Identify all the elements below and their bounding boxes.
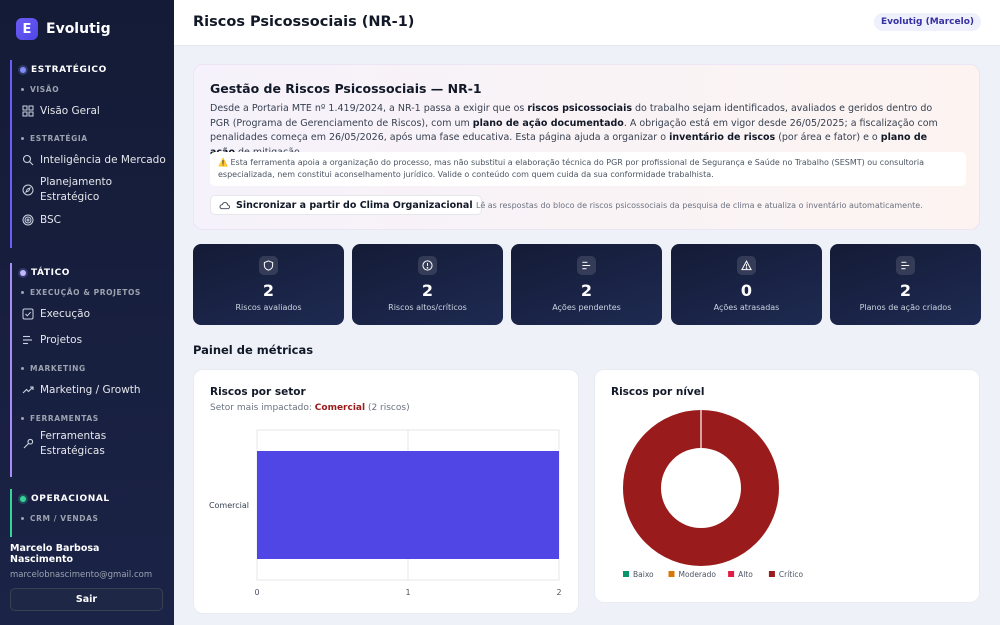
chart-card-level: Riscos por nível Baixo Moderado Alto Crític… bbox=[594, 369, 980, 603]
x-tick-label: 0 bbox=[254, 588, 259, 597]
kpi-planos-criados: 2 Planos de ação criados bbox=[830, 244, 981, 325]
cloud-icon bbox=[219, 201, 230, 209]
kpi-label: Planos de ação criados bbox=[859, 303, 952, 312]
group-title: OPERACIONAL bbox=[12, 489, 174, 509]
search-icon bbox=[22, 154, 34, 166]
target-icon bbox=[22, 214, 34, 226]
kpi-riscos-altos: 2 Riscos altos/críticos bbox=[352, 244, 503, 325]
kpi-label: Ações pendentes bbox=[552, 303, 621, 312]
compass-icon bbox=[22, 184, 34, 196]
legend-label: Crítico bbox=[779, 570, 804, 579]
legend-label: Baixo bbox=[633, 570, 654, 579]
nav-group-operacional: OPERACIONAL CRM / VENDAS bbox=[10, 489, 174, 537]
nav-group-estrategico: ESTRATÉGICO VISÃO Visão Geral ESTRATÉGIA… bbox=[10, 60, 174, 248]
kpi-riscos-avaliados: 2 Riscos avaliados bbox=[193, 244, 344, 325]
sector-bar-chart: 0 1 2 Comercial bbox=[209, 429, 562, 597]
nav-group-tatico: TÁTICO EXECUÇÃO & PROJETOS Execução Proj… bbox=[10, 263, 174, 477]
alert-circle-icon bbox=[422, 260, 433, 271]
legend-label: Alto bbox=[738, 570, 753, 579]
user-name: Marcelo Barbosa Nascimento bbox=[10, 543, 100, 565]
warning-triangle-icon bbox=[741, 260, 752, 271]
list-icon bbox=[901, 261, 910, 270]
kpi-value: 2 bbox=[421, 281, 434, 300]
kpi-label: Ações atrasadas bbox=[713, 303, 780, 312]
shield-icon bbox=[263, 260, 274, 271]
section-title: EXECUÇÃO & PROJETOS bbox=[12, 283, 174, 301]
org-badge[interactable]: Evolutig (Marcelo) bbox=[873, 13, 981, 31]
x-tick-label: 1 bbox=[405, 588, 410, 597]
list-icon bbox=[582, 261, 591, 270]
kpi-value: 2 bbox=[899, 281, 912, 300]
metrics-title: Painel de métricas bbox=[193, 343, 314, 357]
header: Riscos Psicossociais (NR-1) Evolutig (Ma… bbox=[174, 0, 1000, 46]
brand-name: Evolutig bbox=[46, 21, 111, 37]
kpi-label: Riscos altos/críticos bbox=[388, 303, 467, 312]
legend-label: Moderado bbox=[679, 570, 717, 579]
level-donut-chart: Baixo Moderado Alto Crítico bbox=[623, 410, 804, 579]
sidebar-item-inteligencia[interactable]: Inteligência de Mercado bbox=[12, 147, 174, 173]
legend-swatch bbox=[728, 571, 735, 577]
kpi-value: 0 bbox=[740, 281, 753, 300]
section-title: CRM / VENDAS bbox=[12, 509, 174, 527]
legend-swatch bbox=[768, 571, 775, 577]
sidebar-item-planejamento[interactable]: Planejamento Estratégico bbox=[12, 173, 174, 207]
kpi-acoes-pendentes: 2 Ações pendentes bbox=[511, 244, 662, 325]
logout-button[interactable]: Sair bbox=[10, 588, 163, 611]
x-tick-label: 2 bbox=[556, 588, 561, 597]
kpi-acoes-atrasadas: 0 Ações atrasadas bbox=[671, 244, 822, 325]
user-email: marcelobnascimento@gmail.com bbox=[10, 570, 153, 580]
kpi-label: Riscos avaliados bbox=[235, 303, 302, 312]
intro-card: Gestão de Riscos Psicossociais — NR-1 De… bbox=[193, 64, 980, 230]
legend-swatch bbox=[668, 571, 675, 577]
section-title: ESTRATÉGIA bbox=[12, 129, 174, 147]
list-icon bbox=[23, 335, 32, 345]
kpi-value: 2 bbox=[580, 281, 593, 300]
y-tick-label: Comercial bbox=[209, 501, 249, 510]
intro-title: Gestão de Riscos Psicossociais — NR-1 bbox=[210, 81, 482, 96]
user-panel: Marcelo Barbosa Nascimento marcelobnasci… bbox=[10, 543, 164, 611]
sidebar-item-ferramentas[interactable]: Ferramentas Estratégicas bbox=[12, 427, 174, 461]
disclaimer-box: ⚠️ Esta ferramenta apoia a organização d… bbox=[210, 152, 966, 186]
section-title: FERRAMENTAS bbox=[12, 409, 174, 427]
brand[interactable]: E Evolutig bbox=[0, 0, 174, 58]
group-title: ESTRATÉGICO bbox=[12, 60, 174, 80]
sync-note: Lê as respostas do bloco de riscos psico… bbox=[476, 201, 923, 210]
wrench-icon bbox=[23, 438, 34, 449]
checkbox-icon bbox=[22, 308, 34, 320]
chart-card-sector: Riscos por setor Setor mais impactado: C… bbox=[193, 369, 579, 614]
grid-icon bbox=[22, 105, 34, 117]
sidebar-item-marketing[interactable]: Marketing / Growth bbox=[12, 377, 174, 403]
legend-swatch bbox=[623, 571, 629, 577]
bar[interactable] bbox=[257, 451, 559, 559]
sidebar-item-projetos[interactable]: Projetos bbox=[12, 327, 174, 353]
section-title: VISÃO bbox=[12, 80, 174, 98]
brand-logo: E bbox=[16, 18, 38, 40]
sidebar-item-bsc[interactable]: BSC bbox=[12, 207, 174, 233]
group-title: TÁTICO bbox=[12, 263, 174, 283]
section-title: MARKETING bbox=[12, 359, 174, 377]
sidebar-item-visao-geral[interactable]: Visão Geral bbox=[12, 98, 174, 124]
kpi-value: 2 bbox=[262, 281, 275, 300]
page-title: Riscos Psicossociais (NR-1) bbox=[193, 14, 415, 30]
sync-clima-button[interactable]: Sincronizar a partir do Clima Organizaci… bbox=[210, 195, 482, 215]
sidebar: E Evolutig ESTRATÉGICO VISÃO Visão Geral… bbox=[0, 0, 174, 625]
sidebar-item-execucao[interactable]: Execução bbox=[12, 301, 174, 327]
trend-up-icon bbox=[22, 386, 34, 394]
